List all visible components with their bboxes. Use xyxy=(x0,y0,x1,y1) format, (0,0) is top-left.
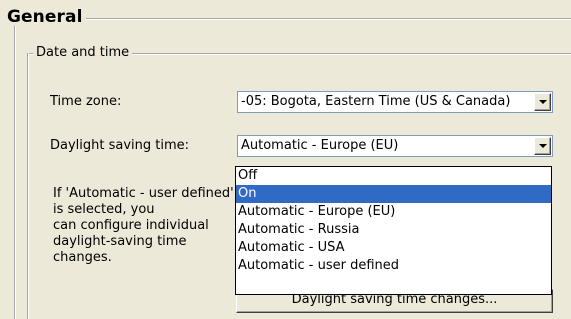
time-zone-value: -05: Bogota, Eastern Time (US & Canada) xyxy=(241,94,511,109)
dropdown-option-europe[interactable]: Automatic - Europe (EU) xyxy=(236,203,551,221)
time-zone-dropdown-button[interactable] xyxy=(534,93,551,111)
time-zone-select[interactable]: -05: Bogota, Eastern Time (US & Canada) xyxy=(237,91,553,113)
daylight-help-text: If 'Automatic - user defined' is selecte… xyxy=(53,186,234,265)
daylight-saving-select[interactable]: Automatic - Europe (EU) xyxy=(237,135,553,157)
dropdown-option-on[interactable]: On xyxy=(236,185,551,203)
dropdown-option-russia[interactable]: Automatic - Russia xyxy=(236,221,551,239)
daylight-saving-dropdown-button[interactable] xyxy=(534,137,551,155)
time-zone-label: Time zone: xyxy=(50,94,122,109)
dropdown-option-usa[interactable]: Automatic - USA xyxy=(236,239,551,257)
general-group-border-top xyxy=(14,18,571,19)
daylight-saving-value: Automatic - Europe (EU) xyxy=(241,138,399,153)
general-group-border-left xyxy=(14,18,15,319)
chevron-down-icon xyxy=(539,100,547,104)
daylight-saving-label: Daylight saving time: xyxy=(50,138,190,153)
general-group-title: General xyxy=(4,8,86,26)
dropdown-option-off[interactable]: Off xyxy=(236,167,551,185)
date-time-group-title: Date and time xyxy=(33,44,133,62)
daylight-saving-dropdown-list: Off On Automatic - Europe (EU) Automatic… xyxy=(235,166,552,295)
dropdown-option-user-defined[interactable]: Automatic - user defined xyxy=(236,257,551,275)
chevron-down-icon xyxy=(539,144,547,148)
settings-page: General Date and time Time zone: -05: Bo… xyxy=(0,0,571,319)
date-group-border-left xyxy=(27,53,28,319)
